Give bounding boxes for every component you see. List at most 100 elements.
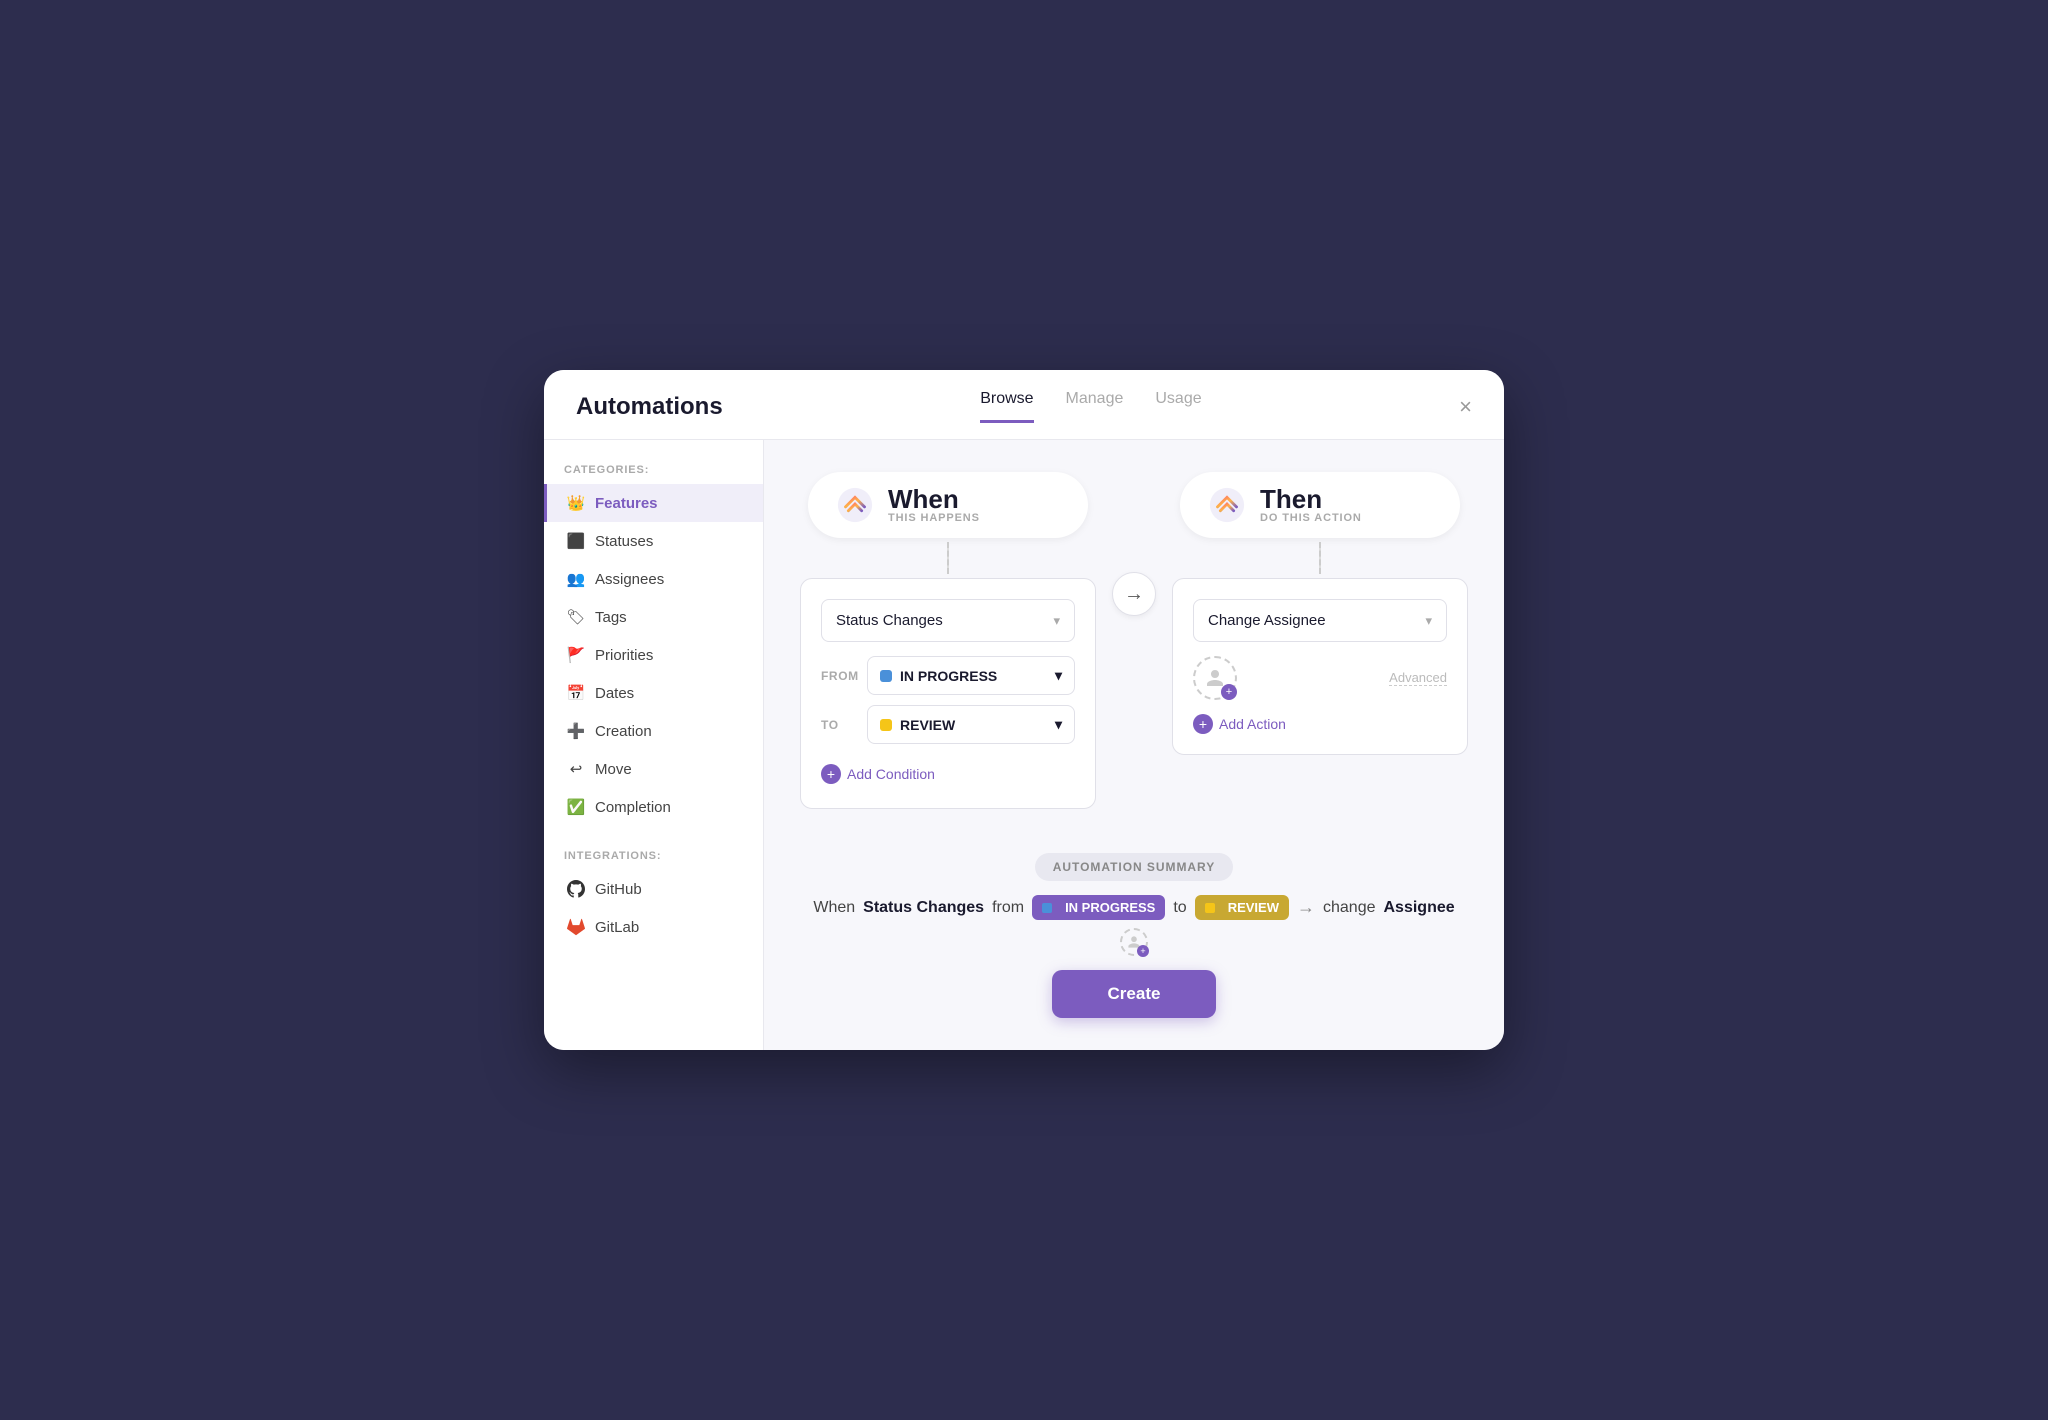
dates-icon: 📅 <box>567 684 585 702</box>
to-status-select[interactable]: REVIEW ▾ <box>867 705 1075 744</box>
trigger-select-label: Status Changes <box>836 612 943 629</box>
sidebar-item-assignees[interactable]: 👥 Assignees <box>544 560 763 598</box>
from-row: FROM IN PROGRESS ▾ <box>821 656 1075 695</box>
advanced-link[interactable]: Advanced <box>1389 670 1447 686</box>
summary-to-badge: REVIEW <box>1195 895 1289 920</box>
close-button[interactable]: × <box>1459 396 1472 418</box>
add-action-button[interactable]: + Add Action <box>1193 714 1447 734</box>
tab-manage[interactable]: Manage <box>1066 390 1124 423</box>
when-title-block: When THIS HAPPENS <box>888 486 980 524</box>
sidebar-item-label-features: Features <box>595 495 658 512</box>
summary-from-status: IN PROGRESS <box>1065 900 1155 915</box>
to-status-dot <box>880 719 892 731</box>
integrations-section: INTEGRATIONS: GitHub GitLab <box>544 850 763 946</box>
tab-bar: Browse Manage Usage <box>980 390 1201 423</box>
summary-from-word: from <box>992 899 1024 917</box>
sidebar-item-label-gitlab: GitLab <box>595 919 639 936</box>
sidebar-item-label-priorities: Priorities <box>595 647 653 664</box>
from-label: FROM <box>821 669 857 683</box>
to-row: TO REVIEW ▾ <box>821 705 1075 744</box>
clickup-logo-then <box>1208 486 1246 524</box>
add-condition-button[interactable]: + Add Condition <box>821 760 1075 788</box>
when-panel-box: Status Changes ▾ FROM IN PROGRESS <box>800 578 1096 809</box>
sidebar-item-label-statuses: Statuses <box>595 533 653 550</box>
to-status-chevron: ▾ <box>1055 716 1062 733</box>
assignees-icon: 👥 <box>567 570 585 588</box>
assignee-avatar-placeholder[interactable]: + <box>1193 656 1237 700</box>
then-panel-box: Change Assignee ▾ + Advanced + <box>1172 578 1468 755</box>
sidebar-item-priorities[interactable]: 🚩 Priorities <box>544 636 763 674</box>
action-select-label: Change Assignee <box>1208 612 1326 629</box>
from-status-select[interactable]: IN PROGRESS ▾ <box>867 656 1075 695</box>
sidebar-item-tags[interactable]: 🏷 Tags <box>544 598 763 636</box>
create-button[interactable]: Create <box>1052 970 1217 1018</box>
github-icon <box>567 880 585 898</box>
from-to-section: FROM IN PROGRESS ▾ TO <box>821 656 1075 744</box>
sidebar-item-label-tags: Tags <box>595 609 627 626</box>
to-label: TO <box>821 718 857 732</box>
sidebar-item-github[interactable]: GitHub <box>544 870 763 908</box>
sidebar-item-label-assignees: Assignees <box>595 571 664 588</box>
from-status-chevron: ▾ <box>1055 667 1062 684</box>
creation-icon: ➕ <box>567 722 585 740</box>
when-connector-line <box>947 542 949 574</box>
then-connector-line <box>1319 542 1321 574</box>
sidebar-item-move[interactable]: ↩ Move <box>544 750 763 788</box>
summary-to-dot <box>1205 903 1215 913</box>
sidebar-item-gitlab[interactable]: GitLab <box>544 908 763 946</box>
sidebar: CATEGORIES: 👑 Features ⬛ Statuses 👥 Assi… <box>544 440 764 1050</box>
arrow-circle-icon: → <box>1112 572 1156 616</box>
sidebar-item-creation[interactable]: ➕ Creation <box>544 712 763 750</box>
sidebar-item-dates[interactable]: 📅 Dates <box>544 674 763 712</box>
priorities-icon: 🚩 <box>567 646 585 664</box>
from-status-label: IN PROGRESS <box>900 668 997 684</box>
summary-from-dot <box>1042 903 1052 913</box>
sidebar-item-label-dates: Dates <box>595 685 634 702</box>
sidebar-item-features[interactable]: 👑 Features <box>544 484 763 522</box>
summary-label: AUTOMATION SUMMARY <box>1035 853 1233 881</box>
when-title: When <box>888 486 980 512</box>
summary-from-badge: IN PROGRESS <box>1032 895 1165 920</box>
to-status-label: REVIEW <box>900 717 955 733</box>
add-condition-label: Add Condition <box>847 766 935 782</box>
when-subtitle: THIS HAPPENS <box>888 512 980 524</box>
sidebar-item-label-creation: Creation <box>595 723 652 740</box>
summary-text: When Status Changes from IN PROGRESS to … <box>800 895 1468 956</box>
tab-browse[interactable]: Browse <box>980 390 1033 423</box>
summary-assignee-icon: + <box>1120 928 1148 956</box>
arrow-connector: → <box>1096 572 1172 616</box>
gitlab-icon <box>567 918 585 936</box>
automation-summary-section: AUTOMATION SUMMARY When Status Changes f… <box>800 853 1468 1018</box>
tab-usage[interactable]: Usage <box>1155 390 1201 423</box>
summary-trigger-bold: Status Changes <box>863 899 984 917</box>
then-title: Then <box>1260 486 1362 512</box>
clickup-logo-when <box>836 486 874 524</box>
action-select[interactable]: Change Assignee ▾ <box>1193 599 1447 642</box>
categories-label: CATEGORIES: <box>544 464 763 484</box>
modal-body: CATEGORIES: 👑 Features ⬛ Statuses 👥 Assi… <box>544 440 1504 1050</box>
assignee-placeholder: + Advanced <box>1193 656 1447 700</box>
summary-assignee-plus-icon: + <box>1137 945 1149 957</box>
summary-when-prefix: When <box>813 899 855 917</box>
summary-action-bold: Assignee <box>1384 899 1455 917</box>
summary-to-status: REVIEW <box>1228 900 1279 915</box>
automations-modal: Automations Browse Manage Usage × CATEGO… <box>544 370 1504 1050</box>
statuses-icon: ⬛ <box>567 532 585 550</box>
action-select-chevron: ▾ <box>1425 613 1432 629</box>
trigger-select[interactable]: Status Changes ▾ <box>821 599 1075 642</box>
sidebar-item-statuses[interactable]: ⬛ Statuses <box>544 522 763 560</box>
then-panel: Then DO THIS ACTION Change Assignee ▾ <box>1172 472 1468 755</box>
modal-header: Automations Browse Manage Usage × <box>544 370 1504 440</box>
then-title-block: Then DO THIS ACTION <box>1260 486 1362 524</box>
sidebar-item-label-completion: Completion <box>595 799 671 816</box>
summary-to-word: to <box>1173 899 1186 917</box>
tags-icon: 🏷 <box>567 608 585 626</box>
when-panel: When THIS HAPPENS Status Changes ▾ FROM <box>800 472 1096 809</box>
move-icon: ↩ <box>567 760 585 778</box>
summary-arrow-icon: → <box>1297 897 1315 918</box>
add-action-plus-icon: + <box>1193 714 1213 734</box>
sidebar-item-label-move: Move <box>595 761 632 778</box>
sidebar-item-completion[interactable]: ✅ Completion <box>544 788 763 826</box>
when-then-row: When THIS HAPPENS Status Changes ▾ FROM <box>800 472 1468 809</box>
add-condition-plus-icon: + <box>821 764 841 784</box>
